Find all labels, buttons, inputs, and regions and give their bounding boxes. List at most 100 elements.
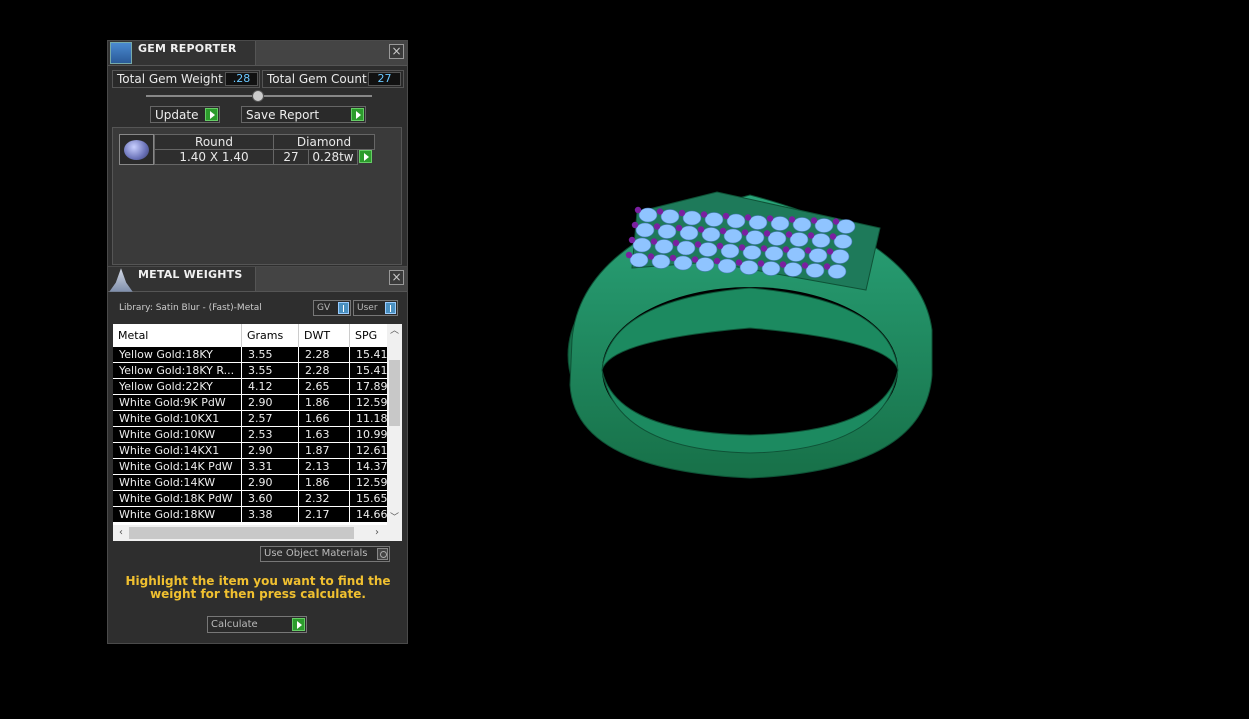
gem-stone — [814, 218, 834, 233]
table-row[interactable]: Yellow Gold:18KY 3.55 2.28 15.41 — [113, 347, 387, 363]
gem-stone — [657, 224, 677, 239]
close-icon[interactable]: × — [389, 44, 404, 59]
gem-stone — [651, 254, 671, 269]
gem-stone — [789, 232, 809, 247]
gem-stone — [786, 247, 806, 262]
table-row[interactable]: White Gold:9K PdW 2.90 1.86 12.59 — [113, 395, 387, 411]
table-row[interactable]: White Gold:18KW 3.38 2.17 14.66 — [113, 507, 387, 523]
prong — [779, 261, 787, 268]
total-gem-count-label: Total Gem Count — [267, 72, 367, 86]
gem-reporter-title-bar[interactable]: GEM REPORTER × — [108, 41, 407, 66]
toggle-icon — [338, 302, 349, 314]
prong — [713, 257, 721, 265]
table-row[interactable]: Yellow Gold:22KY 4.12 2.65 17.89 — [113, 379, 387, 395]
column-header-grams[interactable]: Grams — [242, 324, 299, 347]
update-button[interactable]: Update — [150, 106, 220, 123]
prong — [656, 208, 664, 215]
horizontal-scroll-thumb[interactable] — [129, 527, 354, 539]
spg-cell: 12.59 — [356, 396, 387, 409]
prong — [788, 216, 796, 223]
metal-cell: Yellow Gold:18KY R... — [113, 363, 242, 378]
slider-handle[interactable] — [252, 90, 264, 102]
gem-stone — [638, 207, 658, 223]
prong — [785, 231, 793, 238]
total-gem-count-value: 27 — [368, 72, 401, 86]
gem-thumbnail[interactable] — [119, 134, 154, 165]
calculate-button[interactable]: Calculate — [207, 616, 307, 633]
table-row[interactable]: White Gold:18K PdW 3.60 2.32 15.65 — [113, 491, 387, 507]
library-label: Library: Satin Blur - (Fast)-Metal — [119, 303, 262, 313]
gem-stone — [720, 243, 740, 259]
scroll-up-icon[interactable]: ︿ — [387, 324, 402, 338]
column-header-metal[interactable]: Metal — [113, 324, 242, 347]
gem-stone — [632, 237, 652, 253]
table-row[interactable]: White Gold:14KX1 2.90 1.87 12.61 — [113, 443, 387, 459]
scroll-down-icon[interactable]: ﹀ — [387, 511, 402, 525]
prong — [735, 259, 743, 266]
gem-detail-arrow-icon[interactable] — [359, 150, 372, 163]
close-icon[interactable]: × — [389, 270, 404, 285]
prong — [691, 256, 699, 263]
gem-shape: Round — [154, 134, 274, 150]
grams-cell: 4.12 — [242, 379, 299, 394]
scroll-right-icon[interactable]: › — [369, 525, 385, 541]
gem-reporter-icon — [110, 42, 132, 64]
gv-toggle[interactable]: GV — [313, 300, 351, 316]
user-toggle[interactable]: User — [353, 300, 398, 316]
total-gem-count: Total Gem Count 27 — [262, 70, 404, 88]
metal-weights-panel: METAL WEIGHTS × Library: Satin Blur - (F… — [107, 266, 408, 644]
horizontal-scrollbar[interactable]: ‹ › — [113, 525, 402, 541]
gem-stone — [676, 240, 696, 256]
update-label: Update — [155, 108, 199, 122]
dwt-cell: 1.87 — [299, 443, 350, 458]
toggle-icon — [385, 302, 396, 314]
metal-cell: White Gold:10KX1 — [113, 411, 242, 426]
prong — [716, 242, 724, 250]
dwt-cell: 2.28 — [299, 347, 350, 362]
prong — [672, 239, 680, 247]
spg-cell: 14.66 — [356, 508, 387, 521]
gem-stone — [660, 209, 680, 224]
total-gem-weight-label: Total Gem Weight — [117, 72, 223, 86]
prong — [741, 229, 749, 236]
column-header-dwt[interactable]: DWT — [299, 324, 350, 347]
table-row[interactable]: White Gold:10KW 2.53 1.63 10.99 — [113, 427, 387, 443]
play-arrow-icon — [292, 618, 305, 631]
table-row[interactable]: White Gold:10KX1 2.57 1.66 11.18 — [113, 411, 387, 427]
save-report-button[interactable]: Save Report — [241, 106, 366, 123]
gem-stone — [792, 217, 812, 232]
dwt-cell: 2.17 — [299, 507, 350, 522]
prong — [631, 221, 639, 229]
spg-cell: 17.89 — [356, 380, 387, 393]
gem-stone — [723, 228, 743, 244]
vertical-scroll-thumb[interactable] — [389, 360, 400, 426]
use-object-materials-toggle[interactable]: Use Object Materials — [260, 546, 390, 562]
vertical-scrollbar[interactable]: ︿ ﹀ — [387, 324, 402, 525]
instruction-text: Highlight the item you want to find the … — [125, 574, 391, 601]
prong — [697, 226, 705, 233]
ring-3d-viewport[interactable] — [540, 170, 960, 500]
prong — [719, 227, 727, 235]
gem-stone — [808, 248, 828, 263]
table-row[interactable]: White Gold:14K PdW 3.31 2.13 14.37 — [113, 459, 387, 475]
gem-stone — [833, 234, 853, 249]
gem-stone — [717, 258, 737, 274]
gem-stone — [701, 227, 721, 242]
prong — [628, 236, 636, 244]
spg-cell: 12.61 — [356, 444, 387, 457]
table-row[interactable]: Yellow Gold:18KY R... 3.55 2.28 15.41 — [113, 363, 387, 379]
prong — [829, 233, 837, 240]
scroll-left-icon[interactable]: ‹ — [113, 525, 129, 541]
prong — [810, 217, 818, 224]
round-diamond-icon — [124, 140, 149, 160]
metal-weights-title-bar[interactable]: METAL WEIGHTS × — [108, 267, 407, 292]
spg-cell: 14.37 — [356, 460, 387, 473]
gem-stone — [783, 262, 803, 277]
column-header-spg[interactable]: SPG — [350, 324, 387, 347]
gem-stone — [726, 213, 746, 229]
table-row[interactable]: White Gold:14KW 2.90 1.86 12.59 — [113, 475, 387, 491]
spg-cell: 15.41 — [356, 364, 387, 377]
use-object-materials-label: Use Object Materials — [264, 548, 368, 559]
prong — [757, 260, 765, 267]
gem-stone — [629, 252, 649, 268]
